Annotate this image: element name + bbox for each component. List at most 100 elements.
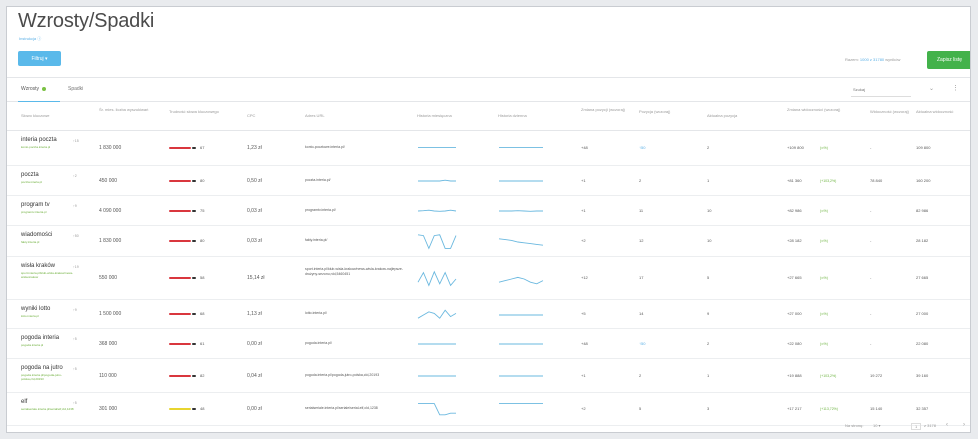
keyword-link[interactable]: pogoda interia — [21, 335, 59, 341]
url-link[interactable]: serialseriale.interia.pl/seriale/serial-… — [305, 406, 405, 411]
daily-history-sparkline — [498, 306, 544, 326]
keyword-link[interactable]: poczta — [21, 172, 39, 178]
keyword-link[interactable]: wyniki lotto — [21, 306, 50, 312]
visibility-change-percent: (∞%) — [820, 342, 828, 346]
keyword-url[interactable]: pogoda.interia.pl/pogoda-jutro-polska,cI… — [21, 373, 77, 381]
keyword-link[interactable]: bundesliga — [21, 432, 50, 433]
position-yesterday: ↑50 — [639, 145, 646, 150]
keyword-url[interactable]: fakty.interia.pl — [21, 240, 77, 244]
tab-increases[interactable]: Wzrosty — [21, 86, 47, 92]
visibility-change-percent: (∞%) — [820, 146, 828, 150]
summary-count[interactable]: 1000 z 31780 — [860, 57, 884, 62]
column-header[interactable]: Aktualna widoczność — [916, 109, 966, 114]
difficulty-value: 75 — [200, 208, 205, 213]
difficulty-value: 67 — [200, 145, 205, 150]
column-header[interactable]: Adres URL — [305, 113, 411, 118]
difficulty-value: 80 — [200, 238, 205, 243]
more-options-icon[interactable]: ⋮ — [952, 84, 959, 92]
url-link[interactable]: lotto.interia.pl/ — [305, 311, 405, 316]
difficulty-marker — [192, 240, 196, 242]
current-position: 2 — [707, 341, 710, 346]
visibility-change-percent: (∞%) — [820, 239, 828, 243]
tab-bar: Wzrosty Spadki ⌄ ⋮ — [7, 77, 970, 103]
keyword-url[interactable]: programtv.interia.pl — [21, 210, 77, 214]
column-header[interactable]: Historia dzienna — [498, 113, 575, 118]
search-volume: 450 000 — [99, 178, 118, 184]
search-input[interactable] — [851, 83, 911, 97]
keyword-link[interactable]: wiadomości — [21, 232, 52, 238]
chevron-down-icon[interactable]: ⌄ — [929, 85, 934, 92]
url-link[interactable]: poczta.interia.pl/ — [305, 178, 405, 183]
keyword-url[interactable]: konto.poczta.interia.pl — [21, 145, 77, 149]
keyword-url[interactable]: pogoda.interia.pl — [21, 343, 77, 347]
url-link[interactable]: sport.interia.pl/klub-wisla-krakow/news-… — [305, 267, 405, 277]
keyword-link[interactable]: program tv — [21, 202, 50, 208]
keyword-url[interactable]: lotto.interia.pl — [21, 314, 77, 318]
daily-history-sparkline — [498, 202, 544, 222]
visibility-change-percent: (+103,2%) — [820, 179, 837, 183]
url-link[interactable]: konto-pocztowe.interia.pl/ — [305, 145, 405, 150]
keyword-url[interactable]: sport.interia.pl/klub-wisla-krakow/news-… — [21, 271, 77, 279]
visibility-yesterday: - — [870, 341, 872, 346]
url-link[interactable]: fakty.interia.pl/ — [305, 238, 405, 243]
table-row[interactable]: wisła kraków ↑19 sport.interia.pl/klub-wis… — [7, 257, 970, 300]
table-row[interactable]: program tv ↑9 programtv.interia.pl 4 090 00… — [7, 196, 970, 226]
url-link[interactable]: programtv.interia.pl/ — [305, 208, 405, 213]
table-row[interactable]: wyniki lotto ↑9 lotto.interia.pl 1 500 000 6… — [7, 300, 970, 329]
keyword-link[interactable]: pogoda na jutro — [21, 365, 63, 371]
difficulty-marker — [192, 147, 196, 149]
table-header: Słowo kluczowe Śr. mies. liczba wyszukiwa… — [7, 102, 970, 131]
per-page-select[interactable]: 10 ▾ — [873, 423, 881, 428]
keyword-link[interactable]: elf — [21, 399, 27, 405]
position-change: +1 — [581, 208, 586, 213]
url-link[interactable]: pogoda.interia.pl/pogoda-jutro-polska,cI… — [305, 373, 405, 378]
column-header[interactable]: Słowo kluczowe — [21, 113, 93, 118]
column-header[interactable]: Trudność słowa kluczowego — [169, 109, 241, 114]
visibility-change: +28 182 — [787, 238, 802, 243]
keyword-link[interactable]: wisła kraków — [21, 263, 55, 269]
filter-button[interactable]: Filtruj ▾ — [18, 51, 61, 66]
page-title: Wzrosty/Spadki — [18, 10, 155, 32]
save-list-button[interactable]: Zapisz listę — [927, 51, 970, 69]
column-header[interactable]: Zmiana widoczności (wczoraj) — [787, 107, 864, 112]
column-header[interactable]: Aktualna pozycja — [707, 113, 781, 118]
prev-page-icon[interactable]: ‹ — [946, 422, 948, 428]
current-visibility: 109 800 — [916, 145, 931, 150]
difficulty-value: 61 — [200, 341, 205, 346]
keyword-url[interactable]: serialseriale.interia.pl/serial/elf,cId,… — [21, 407, 77, 411]
table-row[interactable]: pogoda interia ↑5 pogoda.interia.pl 368 000… — [7, 329, 970, 359]
visibility-change-percent: (∞%) — [820, 276, 828, 280]
column-header[interactable]: Zmiana pozycji (wczoraj) — [581, 107, 633, 112]
cpc-value: 1,13 zł — [247, 311, 262, 317]
per-page-label: Na stronę: — [845, 423, 864, 428]
column-header[interactable]: Historia miesięczna — [417, 113, 492, 118]
monthly-history-sparkline — [417, 172, 457, 192]
column-header[interactable]: Widoczność (wczoraj) — [870, 109, 910, 114]
daily-history-sparkline — [498, 367, 544, 387]
keyword-position-badge: ↑5 — [73, 401, 77, 405]
url-link[interactable]: pogoda.interia.pl/ — [305, 341, 405, 346]
visibility-change: +27 000 — [787, 311, 802, 316]
keyword-position-badge: ↑9 — [73, 308, 77, 312]
next-page-icon[interactable]: › — [963, 422, 965, 428]
table-row[interactable]: interia poczta ↑15 konto.poczta.interia.pl… — [7, 131, 970, 166]
keyword-link[interactable]: interia poczta — [21, 137, 57, 143]
keyword-url[interactable]: poczta.interia.pl — [21, 180, 77, 184]
search-volume: 1 830 000 — [99, 145, 122, 151]
cpc-value: 0,50 zł — [247, 178, 262, 184]
column-header[interactable]: Śr. mies. liczba wyszukiwań — [99, 107, 163, 112]
column-header[interactable]: Pozycja (wczoraj) — [639, 109, 701, 114]
visibility-yesterday: - — [870, 145, 872, 150]
difficulty-marker — [192, 313, 196, 315]
visibility-change: +27 665 — [787, 275, 802, 280]
current-position: 2 — [707, 145, 710, 150]
visibility-change-percent: (∞%) — [820, 209, 828, 213]
table-row[interactable]: pogoda na jutro ↑5 pogoda.interia.pl/pogod… — [7, 359, 970, 393]
instructions-link[interactable]: Instrukcja ⓘ — [19, 36, 41, 42]
table-row[interactable]: wiadomości ↑50 fakty.interia.pl 1 830 000 80… — [7, 226, 970, 257]
current-position: 9 — [707, 311, 710, 316]
page-input[interactable]: 1 — [911, 423, 922, 430]
column-header[interactable]: CPC — [247, 113, 299, 118]
tab-decreases[interactable]: Spadki — [68, 86, 83, 92]
table-row[interactable]: poczta ↑2 poczta.interia.pl 450 000 80 0,50 z… — [7, 166, 970, 196]
